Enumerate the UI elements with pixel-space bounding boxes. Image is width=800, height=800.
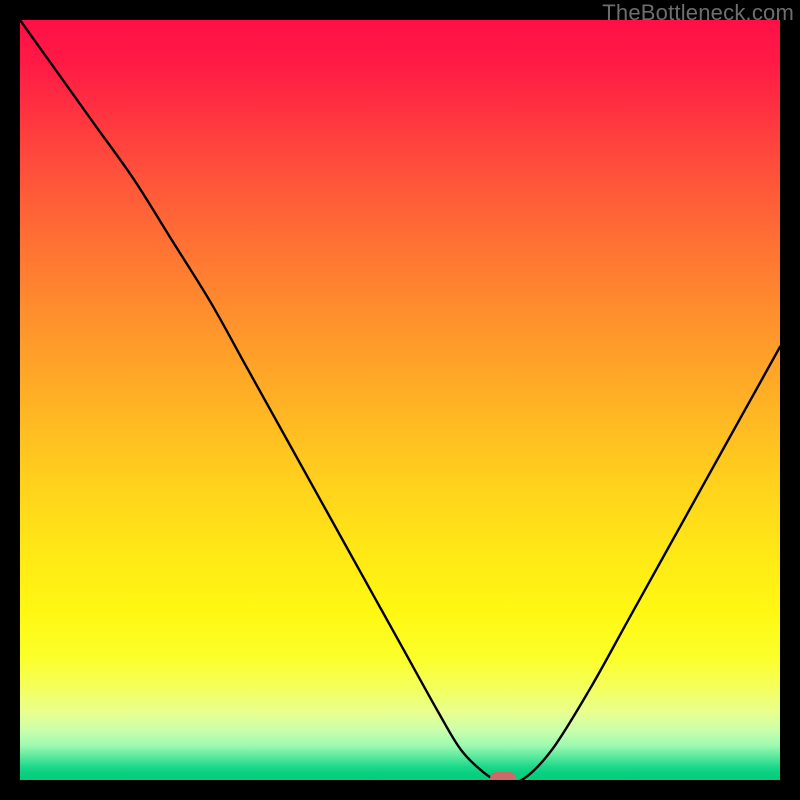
bottleneck-curve: [20, 20, 780, 780]
watermark-text: TheBottleneck.com: [602, 0, 794, 26]
optimal-marker: [490, 772, 516, 780]
chart-frame: TheBottleneck.com: [0, 0, 800, 800]
plot-area: [20, 20, 780, 780]
